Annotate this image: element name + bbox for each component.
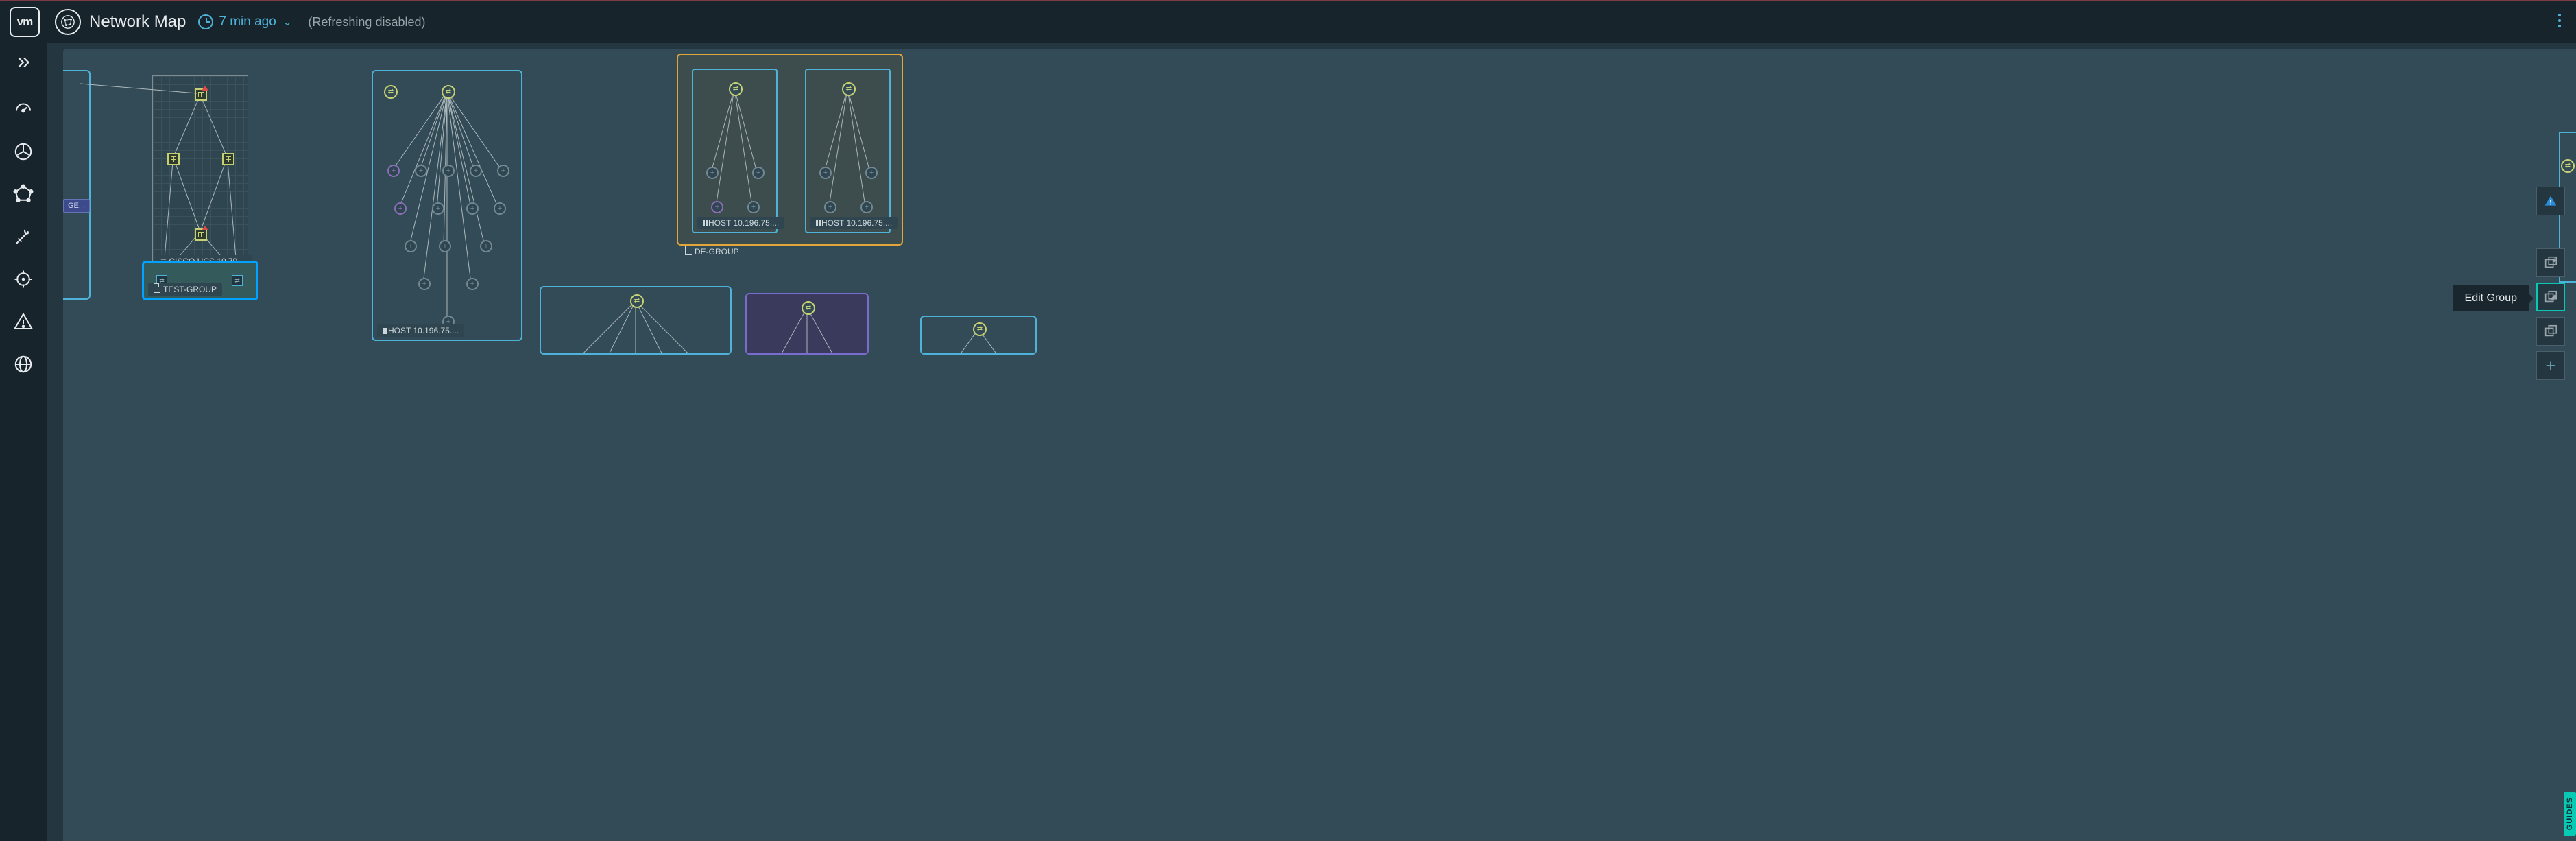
- device-chip-left[interactable]: [167, 153, 180, 165]
- page-title: Network Map: [89, 12, 186, 32]
- leaf-node[interactable]: [387, 165, 400, 177]
- leaf-node[interactable]: [466, 278, 479, 290]
- node-ge-stub[interactable]: GE...: [63, 199, 90, 213]
- host-root-node[interactable]: [729, 82, 743, 96]
- device-chip-bottom[interactable]: [195, 228, 207, 241]
- de-group-label: DE-GROUP: [679, 246, 745, 258]
- edit-group-button[interactable]: Edit Group: [2536, 283, 2565, 311]
- guides-tab[interactable]: GUIDES: [2564, 792, 2576, 836]
- leaf-node[interactable]: [480, 240, 492, 252]
- leaf-node[interactable]: [442, 165, 455, 177]
- leaf-node[interactable]: [494, 202, 506, 215]
- sidebar-item-alerts[interactable]: [12, 310, 35, 333]
- leaf-node[interactable]: [865, 167, 878, 179]
- far-right-node[interactable]: [2561, 159, 2575, 173]
- leaf-node[interactable]: [418, 278, 431, 290]
- group-host-lower-right[interactable]: [920, 316, 1037, 355]
- device-chip-top[interactable]: [195, 88, 207, 101]
- sidebar-item-global[interactable]: [12, 353, 35, 376]
- leaf-node[interactable]: [466, 202, 479, 215]
- device-chip-right[interactable]: [222, 153, 234, 165]
- leaf-node[interactable]: [747, 201, 760, 213]
- sidebar-expand[interactable]: [12, 51, 35, 74]
- leaf-node[interactable]: [405, 240, 417, 252]
- body: GE... ☰ CISCO UC: [0, 43, 2576, 841]
- subgroup-b-label: HOST 10.196.75....: [810, 217, 898, 229]
- sidebar-item-segments[interactable]: [12, 140, 35, 163]
- leaf-node[interactable]: [394, 202, 407, 215]
- group-left-partial[interactable]: [63, 70, 91, 300]
- leaf-node[interactable]: [711, 201, 723, 213]
- test-group-label: TEST-GROUP: [148, 283, 222, 296]
- host-root-node[interactable]: [442, 85, 455, 99]
- leaf-node[interactable]: [415, 165, 427, 177]
- subgroup-host-b[interactable]: HOST 10.196.75....: [805, 69, 891, 233]
- leaf-node[interactable]: [819, 167, 832, 179]
- sidebar-item-target[interactable]: [12, 268, 35, 291]
- host-root-node[interactable]: [973, 322, 987, 336]
- topbar: vm Network Map 7 min ago ⌄ (Refreshing d…: [0, 0, 2576, 43]
- group-host-large[interactable]: HOST 10.196.75....: [372, 70, 522, 341]
- alerts-indicator[interactable]: [2536, 187, 2565, 215]
- vmware-logo: vm: [10, 7, 40, 37]
- leaf-node[interactable]: [824, 201, 836, 213]
- sidebar-item-tools[interactable]: [12, 225, 35, 248]
- duplicate-group-button[interactable]: [2536, 317, 2565, 346]
- kebab-menu[interactable]: [2558, 14, 2561, 27]
- leaf-node[interactable]: [860, 201, 873, 213]
- leaf-node[interactable]: [706, 167, 719, 179]
- host-root-node[interactable]: [842, 82, 856, 96]
- group-test-group[interactable]: TEST-GROUP: [142, 261, 258, 300]
- network-map-icon: [55, 9, 81, 35]
- leaf-node[interactable]: [470, 165, 482, 177]
- clock-icon: [198, 14, 213, 29]
- time-ago-text: 7 min ago: [219, 14, 276, 29]
- sidebar-item-topology[interactable]: [12, 182, 35, 206]
- group-de-group[interactable]: HOST 10.196.75.... HOST 10.196.75.... DE…: [677, 54, 903, 246]
- leaf-node[interactable]: [752, 167, 765, 179]
- refresh-status: (Refreshing disabled): [308, 15, 425, 29]
- group-host-lower-mid[interactable]: [540, 286, 732, 355]
- leaf-node[interactable]: [432, 202, 444, 215]
- chevron-down-icon: ⌄: [283, 16, 292, 28]
- create-group-button[interactable]: [2536, 248, 2565, 277]
- group-cisco-ucs[interactable]: [152, 75, 248, 268]
- sidebar: [0, 43, 47, 841]
- host-large-label: HOST 10.196.75....: [377, 324, 464, 337]
- sidebar-item-dashboard[interactable]: [12, 97, 35, 121]
- right-toolbar: Edit Group: [2536, 187, 2565, 380]
- subgroup-host-a[interactable]: HOST 10.196.75....: [692, 69, 778, 233]
- host-root-node[interactable]: [630, 294, 644, 308]
- leaf-node[interactable]: [497, 165, 509, 177]
- group-purple[interactable]: [745, 293, 869, 355]
- add-button[interactable]: [2536, 351, 2565, 380]
- switch-node-b[interactable]: [232, 275, 243, 286]
- network-canvas[interactable]: GE... ☰ CISCO UC: [63, 49, 2576, 841]
- edit-group-tooltip: Edit Group: [2453, 285, 2529, 311]
- subgroup-a-label: HOST 10.196.75....: [697, 217, 784, 229]
- host-root-node[interactable]: [802, 301, 815, 315]
- leaf-node[interactable]: [439, 240, 451, 252]
- host-root-node-badge[interactable]: [384, 85, 398, 99]
- canvas-wrap: GE... ☰ CISCO UC: [47, 43, 2576, 841]
- refresh-time-dropdown[interactable]: 7 min ago ⌄: [198, 14, 291, 29]
